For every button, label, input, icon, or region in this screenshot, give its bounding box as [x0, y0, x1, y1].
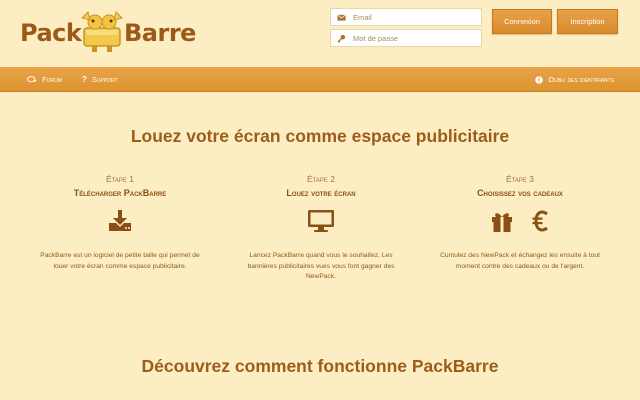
- signup-button[interactable]: Inscription: [557, 9, 618, 34]
- section-title-how-it-works: Découvrez comment fonctionne PackBarre: [141, 356, 499, 376]
- nav-support-link[interactable]: ? Support: [82, 67, 118, 92]
- logo-word-pack: Pack: [20, 19, 82, 47]
- email-field[interactable]: [330, 8, 482, 26]
- nav-forum-link[interactable]: Forum: [27, 67, 62, 92]
- nav-forum-label: Forum: [42, 75, 62, 84]
- step-label: Étape 2: [307, 174, 335, 184]
- step-title: Choisissez vos cadeaux: [477, 188, 563, 198]
- nav-forgot-label: Oubli des identifiants: [548, 75, 614, 84]
- email-input[interactable]: [353, 12, 478, 22]
- nav-forgot-credentials-link[interactable]: Oubli des identifiants: [535, 67, 614, 92]
- step-label: Étape 1: [106, 174, 134, 184]
- header: Pack Barre Connexion Inscription: [0, 0, 640, 67]
- gift-icon: [492, 213, 512, 232]
- download-icon: [109, 210, 131, 231]
- step-title: Louez votre écran: [286, 188, 356, 198]
- logo-word-barre: Barre: [124, 19, 196, 47]
- monitor-icon: [308, 210, 334, 232]
- login-button[interactable]: Connexion: [492, 9, 552, 34]
- password-input[interactable]: [353, 33, 478, 43]
- nav-bar: Forum ? Support Oubli des identifiants: [0, 67, 640, 92]
- key-icon: [337, 34, 346, 43]
- mascot-icon: [81, 11, 123, 52]
- euro-icon: [532, 210, 548, 232]
- step-1: Étape 1 Télécharger PackBarre PackBarre …: [35, 174, 205, 272]
- hero-title: Louez votre écran comme espace publicita…: [130, 126, 510, 146]
- nav-support-label: Support: [91, 75, 118, 84]
- step-description: PackBarre est un logiciel de petite tail…: [40, 252, 200, 270]
- step-description: Cumulez des NewPack et échangez les ensu…: [440, 252, 600, 270]
- step-label: Étape 3: [506, 174, 534, 184]
- comments-icon: [27, 75, 37, 84]
- step-description: Lancez PackBarre quand vous le souhaitez…: [247, 252, 395, 280]
- packbarre-logo[interactable]: Pack Barre: [20, 10, 196, 54]
- envelope-icon: [337, 13, 346, 22]
- exclamation-circle-icon: [535, 75, 544, 84]
- password-field[interactable]: [330, 29, 482, 47]
- question-icon: ?: [82, 75, 87, 84]
- step-title: Télécharger PackBarre: [73, 188, 167, 198]
- step-2: Étape 2 Louez votre écran Lancez PackBar…: [236, 174, 406, 283]
- step-3: Étape 3 Choisissez vos cadeaux Cumulez d…: [435, 174, 605, 272]
